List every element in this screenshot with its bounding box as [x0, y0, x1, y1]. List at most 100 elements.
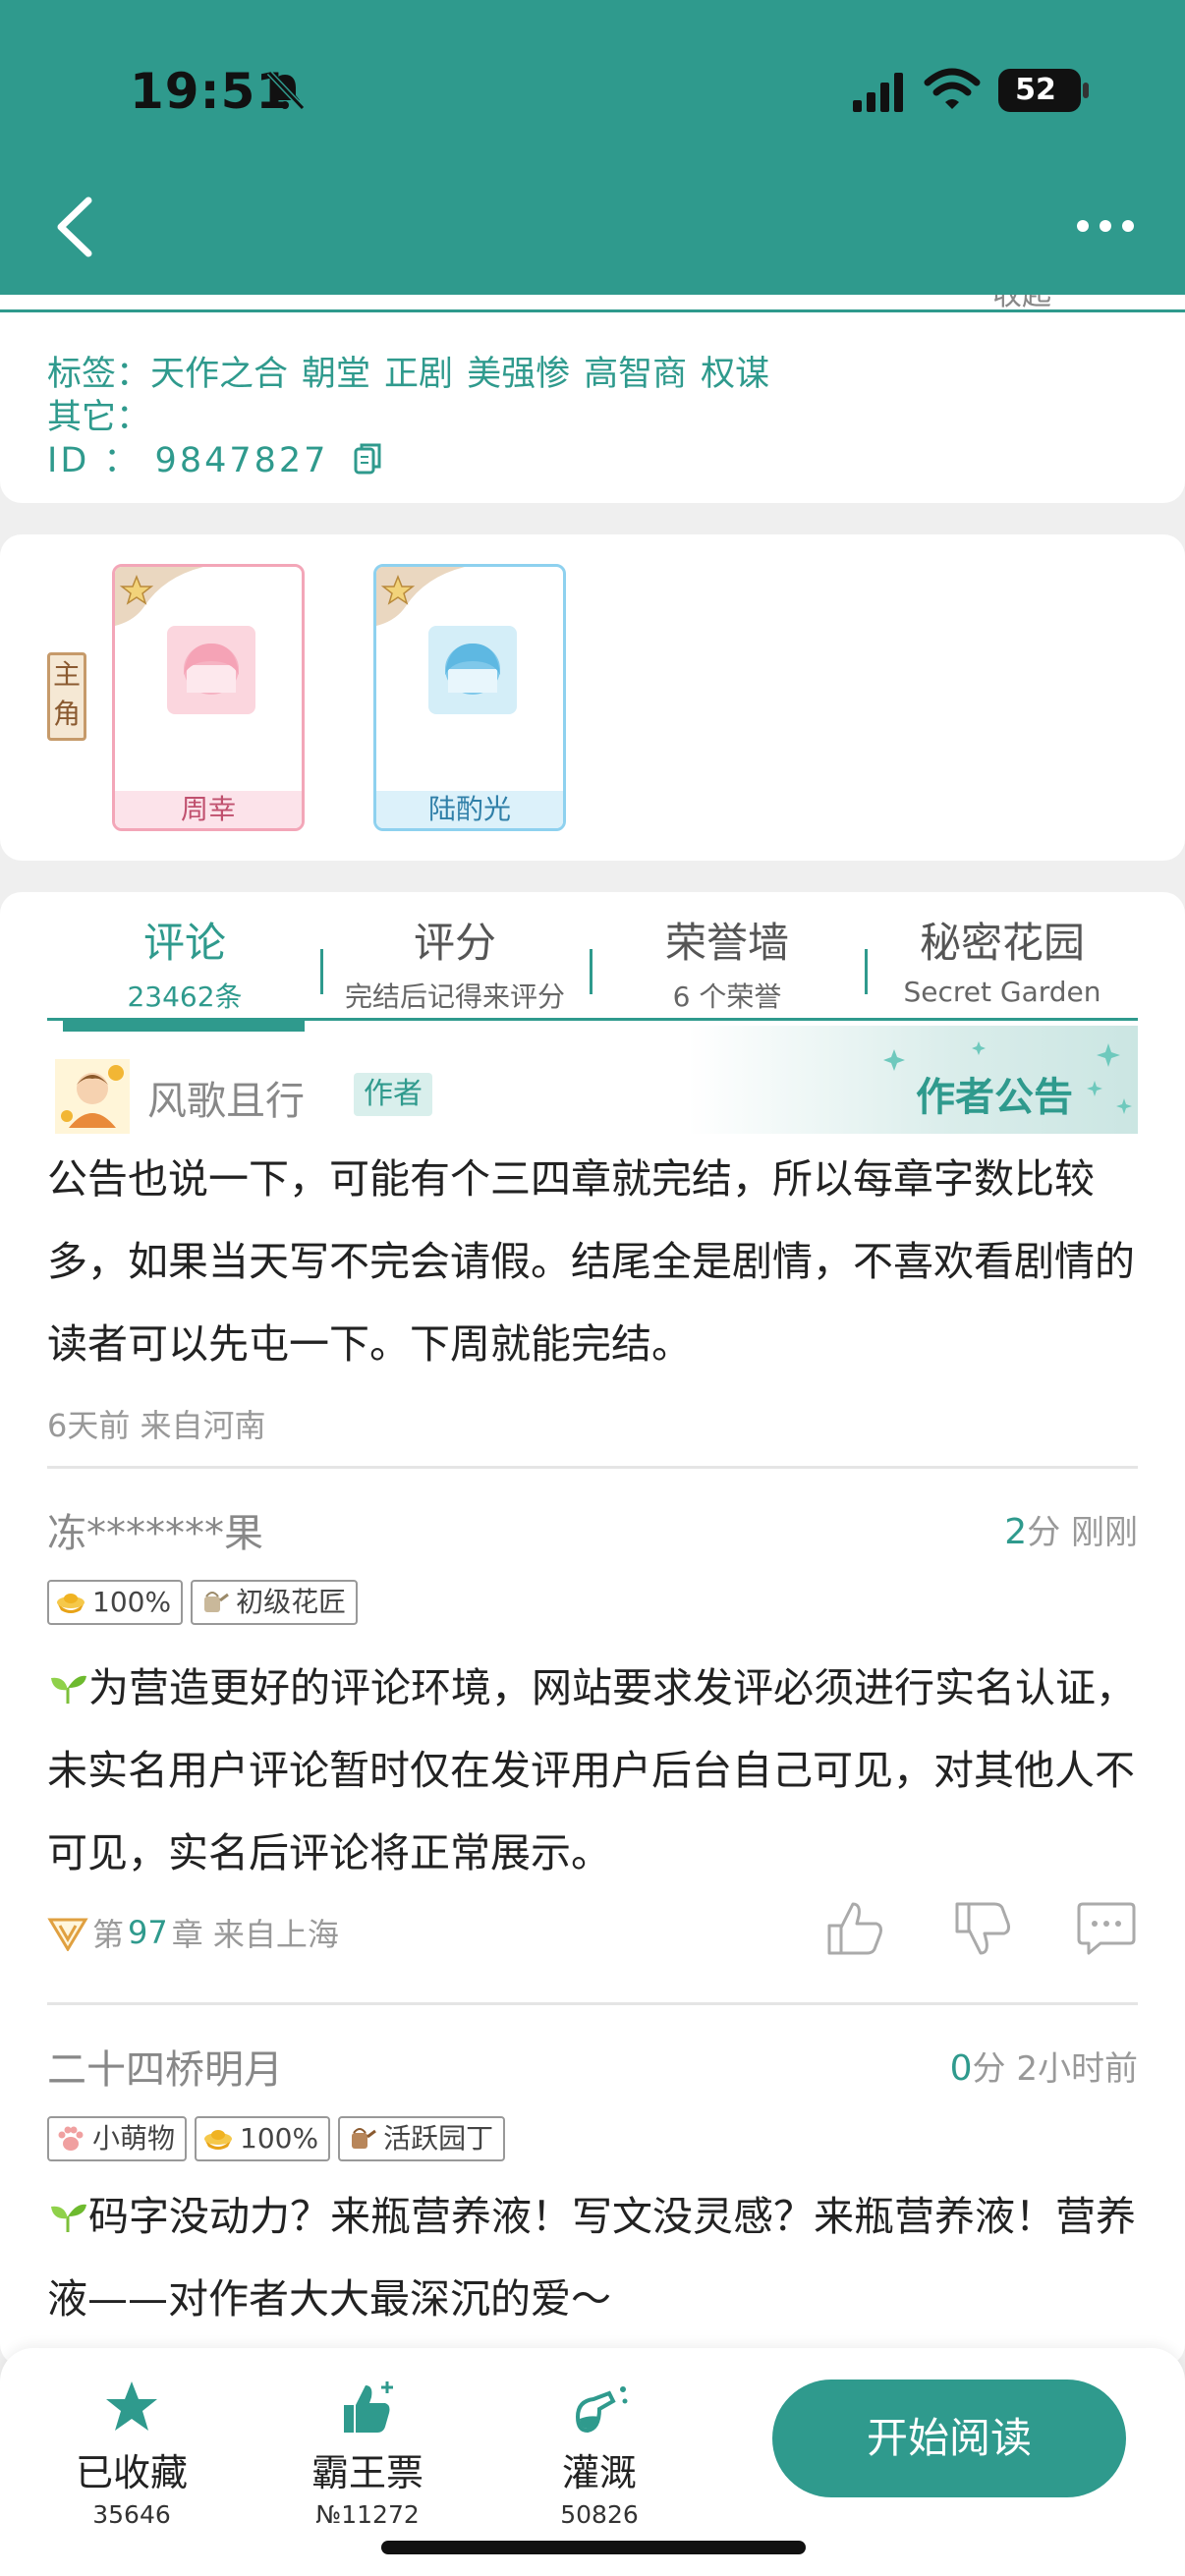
collect-label: 已收藏 [75, 2451, 188, 2494]
star-icon [376, 567, 465, 626]
notice-title: 作者公告 [916, 1075, 1073, 1120]
reply-icon[interactable] [1077, 1900, 1136, 1957]
tab-sub: Secret Garden [903, 976, 1101, 1008]
comment-time: 刚刚 [1071, 1513, 1138, 1552]
wifi-icon [924, 68, 981, 109]
tab-title: 评分 [413, 919, 496, 967]
username[interactable]: 冻*******果 [47, 1501, 263, 1558]
top-bar: 19:51 52 [0, 0, 1185, 295]
thumbs-up-icon[interactable] [825, 1900, 884, 1957]
comment-text: 为营造更好的评论环境，网站要求发评必须进行实名认证，未实名用户评论暂时仅在发评用… [47, 1647, 1138, 1894]
tab-separator [320, 949, 323, 994]
water-button[interactable]: 灌溉 50826 [511, 2378, 688, 2529]
comment-meta: 第 97 章 来自上海 [47, 1910, 339, 1955]
badge: 100% [195, 2116, 331, 2161]
tab-honor-wall[interactable]: 荣誉墙 6 个荣誉 [629, 910, 825, 1015]
start-reading-button[interactable]: 开始阅读 [772, 2380, 1126, 2497]
ellipsis-icon[interactable] [1071, 206, 1140, 246]
score-unit: 分 [1027, 1513, 1061, 1552]
username[interactable]: 二十四桥明月 [47, 2038, 283, 2095]
badge-label: 初级花匠 [236, 1586, 347, 1618]
divider-line [0, 309, 1185, 312]
tab-secret-garden[interactable]: 秘密花园 Secret Garden [884, 910, 1120, 1008]
vip-badge-icon [47, 1918, 88, 1951]
tag[interactable]: 正剧 [384, 355, 453, 394]
character-card-luzhuoguang[interactable]: 陆酌光 [373, 564, 566, 831]
character-card-zhouxing[interactable]: 周幸 [112, 564, 305, 831]
collect-button[interactable]: 已收藏 35646 [43, 2378, 220, 2529]
tab-title: 秘密花园 [919, 919, 1085, 967]
tag[interactable]: 美强惨 [467, 355, 570, 394]
vote-label: 霸王票 [310, 2451, 423, 2494]
watering-can-icon [352, 2128, 376, 2149]
notice-meta: 6天前 来自河南 [47, 1407, 266, 1444]
score-value: 0 [949, 2048, 973, 2089]
sprout-icon [51, 2204, 86, 2232]
chevron-left-icon[interactable] [47, 193, 106, 261]
badge-label: 100% [240, 2122, 319, 2155]
characters-card: 主角 周幸 陆酌光 [0, 534, 1185, 861]
tags-row: 标签：天作之合 朝堂 正剧 美强惨 高智商 权谋 [47, 346, 783, 396]
badge-label: 100% [92, 1586, 172, 1618]
badge-label: 活跃园丁 [383, 2122, 494, 2155]
chapter-suffix: 章 来自上海 [171, 1916, 339, 1953]
divider [47, 2002, 1138, 2005]
username[interactable]: 风歌且行 [147, 1069, 305, 1126]
chapter-number[interactable]: 97 [128, 1914, 168, 1951]
tags-label: 标签： [47, 355, 151, 394]
comment-body: 为营造更好的评论环境，网站要求发评必须进行实名认证，未实名用户评论暂时仅在发评用… [47, 1664, 1136, 1876]
avatar-blue-icon [428, 626, 517, 714]
notice-text: 公告也说一下，可能有个三四章就完结，所以每章字数比较多，如果当天写不完会请假。结… [47, 1155, 1135, 1368]
star-icon [106, 2381, 157, 2431]
badge: 100% [47, 1580, 184, 1625]
gold-ingot-icon [204, 2130, 233, 2150]
author-avatar[interactable] [55, 1059, 130, 1134]
battery-nub [1083, 83, 1089, 98]
thumbs-up-plus-icon [344, 2381, 393, 2433]
tab-sub: 6 个荣誉 [672, 980, 782, 1013]
cellular-signal-icon [853, 73, 903, 112]
comments-card: 评论 23462条 评分 完结后记得来评分 荣誉墙 6 个荣誉 秘密花园 Sec… [0, 892, 1185, 2366]
character-name: 周幸 [115, 791, 302, 828]
tab-separator [865, 949, 868, 994]
tab-separator [590, 949, 592, 994]
other-label: 其它： [47, 398, 151, 437]
tab-rating[interactable]: 评分 完结后记得来评分 [332, 910, 578, 1015]
badge: 小萌物 [47, 2116, 188, 2161]
water-label: 灌溉 [561, 2451, 637, 2494]
paw-icon [58, 2126, 84, 2151]
divider [47, 1466, 1138, 1469]
copy-icon[interactable] [353, 442, 382, 476]
home-indicator[interactable] [381, 2541, 806, 2554]
tab-title: 评论 [142, 919, 226, 967]
avatar-pink-icon [167, 626, 255, 714]
badge-row: 100% 初级花匠 [47, 1580, 359, 1625]
comment-time: 2小时前 [1016, 2049, 1138, 2089]
book-info-card: 收起 标签：天作之合 朝堂 正剧 美强惨 高智商 权谋 其它： ID ： 9847827 [0, 295, 1185, 503]
water-count: 50826 [560, 2500, 639, 2529]
tag[interactable]: 朝堂 [302, 355, 370, 394]
tab-active-indicator [63, 1018, 305, 1032]
tab-sub: 完结后记得来评分 [344, 980, 565, 1013]
thumbs-down-icon[interactable] [953, 1900, 1012, 1957]
author-badge: 作者 [354, 1073, 432, 1116]
tag[interactable]: 权谋 [701, 355, 769, 394]
badge: 初级花匠 [191, 1580, 359, 1625]
role-label: 主角 [47, 652, 86, 741]
tab-title: 荣誉墙 [664, 919, 789, 967]
potion-flask-icon [575, 2386, 628, 2434]
chapter-prefix: 第 [92, 1916, 125, 1953]
battery-level: 52 [1015, 73, 1056, 107]
vote-count: №11272 [315, 2500, 420, 2529]
score-value: 2 [1004, 1512, 1028, 1552]
bell-muted-icon [266, 70, 306, 111]
tab-comments[interactable]: 评论 23462条 [86, 910, 283, 1015]
tag[interactable]: 高智商 [584, 355, 687, 394]
tab-sub: 23462条 [127, 980, 243, 1013]
comment-score: 0分 2小时前 [950, 2042, 1138, 2090]
comment-score: 2分 刚刚 [1004, 1505, 1138, 1553]
score-unit: 分 [972, 2049, 1006, 2089]
tag[interactable]: 天作之合 [150, 355, 288, 394]
vote-button[interactable]: 霸王票 №11272 [279, 2378, 456, 2529]
comment-body: 码字没动力？来瓶营养液！写文没灵感？来瓶营养液！营养液——对作者大大最深沉的爱～ [47, 2193, 1136, 2323]
